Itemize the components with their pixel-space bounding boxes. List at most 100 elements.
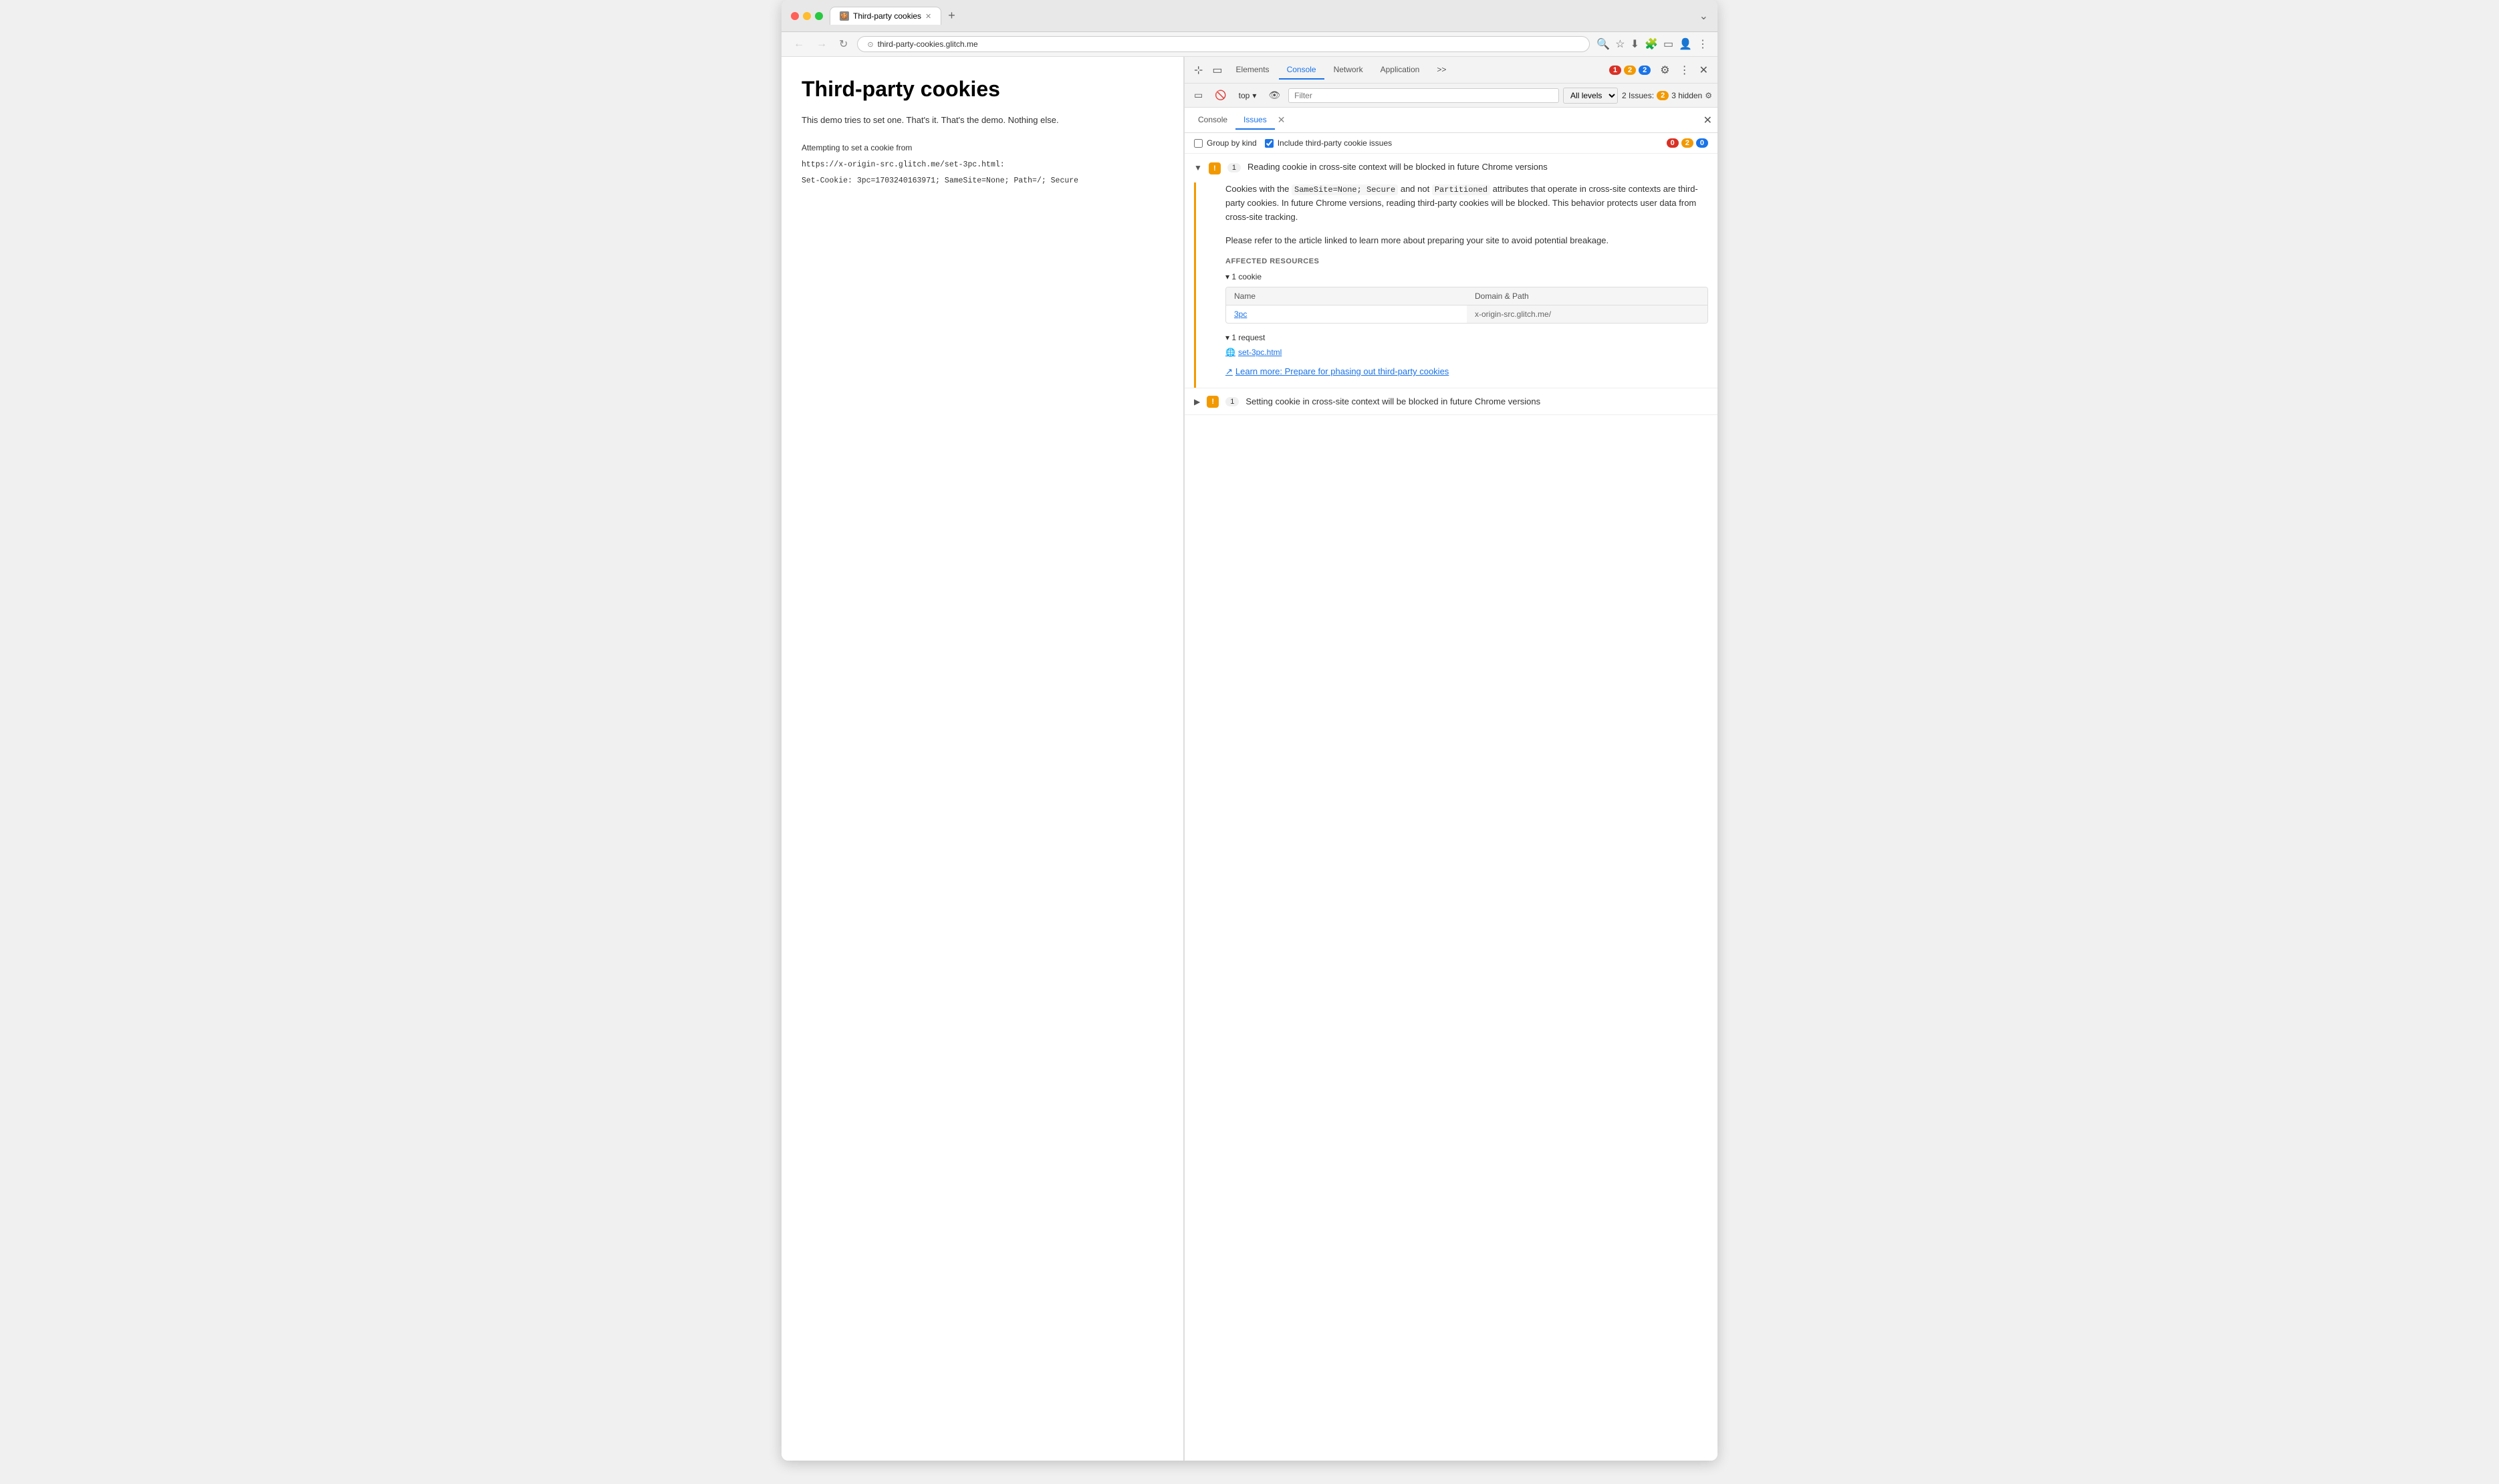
forward-button[interactable]: →	[814, 37, 830, 51]
tab-favicon: 🍪	[840, 11, 849, 21]
main-area: Third-party cookies This demo tries to s…	[782, 57, 1717, 1461]
include-third-party-label[interactable]: Include third-party cookie issues	[1265, 138, 1392, 148]
page-log: Attempting to set a cookie from https://…	[802, 141, 1163, 189]
close-issues-panel-button[interactable]: ✕	[1703, 114, 1712, 127]
error-badge: 1	[1609, 66, 1621, 75]
issue-2-title: Setting cookie in cross-site context wil…	[1245, 396, 1708, 406]
tab-network[interactable]: Network	[1326, 61, 1371, 80]
request-link-text: set-3pc.html	[1238, 348, 1282, 357]
issue-1-description-2: Please refer to the article linked to le…	[1225, 234, 1708, 248]
traffic-lights	[791, 12, 823, 20]
cookie-col-domain: Domain & Path	[1467, 287, 1707, 305]
devtools-panel: ⊹ ▭ Elements Console Network Application…	[1184, 57, 1717, 1461]
profile-icon[interactable]: 👤	[1679, 37, 1692, 51]
issue-1-title: Reading cookie in cross-site context wil…	[1247, 162, 1708, 172]
settings-icon[interactable]: ⚙	[1656, 60, 1673, 80]
tab-title: Third-party cookies	[853, 11, 921, 21]
learn-more-icon: ↗	[1225, 366, 1233, 377]
back-button[interactable]: ←	[791, 37, 807, 51]
include-third-party-checkbox[interactable]	[1265, 139, 1274, 148]
issue-1-detail: Cookies with the SameSite=None; Secure a…	[1194, 182, 1717, 388]
issues-label: 2 Issues:	[1622, 91, 1654, 100]
issue-2-expand-icon[interactable]: ▶	[1194, 397, 1200, 406]
log-cookie: Set-Cookie: 3pc=1703240163971; SameSite=…	[802, 174, 1163, 189]
address-text: third-party-cookies.glitch.me	[878, 39, 978, 49]
live-expressions-button[interactable]: 👁	[1264, 87, 1284, 104]
issue-1-warning-icon: !	[1209, 162, 1221, 174]
context-dropdown-icon: ▾	[1252, 91, 1256, 100]
cookie-table-row: 3pc x-origin-src.glitch.me/	[1226, 305, 1707, 323]
inspect-element-button[interactable]: ⊹	[1190, 60, 1207, 80]
minimize-button[interactable]	[803, 12, 811, 20]
nav-icons: 🔍 ☆ ⬇ 🧩 ▭ 👤 ⋮	[1596, 37, 1708, 51]
group-by-kind-checkbox[interactable]	[1194, 139, 1203, 148]
issues-settings-icon[interactable]: ⚙	[1705, 91, 1712, 100]
extension-icon[interactable]: 🧩	[1645, 37, 1658, 51]
issue-item-1: ▼ ! 1 Reading cookie in cross-site conte…	[1185, 154, 1717, 388]
tab-console[interactable]: Console	[1279, 61, 1324, 80]
request-toggle[interactable]: ▾ 1 request	[1225, 333, 1708, 342]
issues-counts: 0 2 0	[1667, 138, 1708, 148]
cookie-resource-section: ▾ 1 cookie Name Domain & Path 3pc x-orig…	[1225, 272, 1708, 324]
cookie-table-header: Name Domain & Path	[1226, 287, 1707, 305]
tab-more[interactable]: >>	[1429, 61, 1454, 80]
issues-tab-close-icon[interactable]: ✕	[1278, 114, 1286, 126]
issue-2-warning-icon: !	[1207, 396, 1219, 408]
console-sidebar-button[interactable]: ▭	[1190, 87, 1207, 104]
code-partitioned: Partitioned	[1432, 184, 1490, 195]
issues-warn-badge: 2	[1657, 91, 1669, 100]
learn-more-link[interactable]: ↗ Learn more: Prepare for phasing out th…	[1225, 366, 1708, 377]
affected-title: AFFECTED RESOURCES	[1225, 257, 1708, 265]
group-by-kind-text: Group by kind	[1207, 138, 1257, 148]
browser-window: 🍪 Third-party cookies ✕ + ⌄ ← → ↻ ⊙ thir…	[782, 0, 1717, 1461]
close-button[interactable]	[791, 12, 799, 20]
filter-input[interactable]	[1288, 88, 1559, 103]
issue-1-description: Cookies with the SameSite=None; Secure a…	[1225, 182, 1708, 225]
issue-1-header[interactable]: ▼ ! 1 Reading cookie in cross-site conte…	[1185, 154, 1717, 182]
group-by-kind-label[interactable]: Group by kind	[1194, 138, 1257, 148]
learn-more-text: Learn more: Prepare for phasing out thir…	[1235, 366, 1449, 376]
device-toggle-button[interactable]: ▭	[1208, 60, 1226, 80]
clear-console-button[interactable]: 🚫	[1211, 87, 1230, 104]
bookmark-icon[interactable]: ☆	[1615, 37, 1625, 51]
page-description: This demo tries to set one. That's it. T…	[802, 115, 1163, 125]
issues-list: ▼ ! 1 Reading cookie in cross-site conte…	[1185, 154, 1717, 1461]
log-url: https://x-origin-src.glitch.me/set-3pc.h…	[802, 158, 1163, 172]
cookie-domain-value: x-origin-src.glitch.me/	[1467, 305, 1707, 323]
active-tab[interactable]: 🍪 Third-party cookies ✕	[830, 7, 941, 25]
cookie-name-link[interactable]: 3pc	[1226, 305, 1467, 323]
cookie-table: Name Domain & Path 3pc x-origin-src.glit…	[1225, 287, 1708, 324]
new-tab-button[interactable]: +	[944, 9, 959, 23]
more-options-icon[interactable]: ⋮	[1675, 60, 1694, 80]
zoom-icon[interactable]: 🔍	[1596, 37, 1610, 51]
issues-tab-bar: Console Issues ✕ ✕	[1185, 108, 1717, 133]
levels-select[interactable]: All levels	[1563, 88, 1618, 104]
warn-badge: 2	[1624, 66, 1636, 75]
option-warn-count: 2	[1681, 138, 1693, 148]
tab-application[interactable]: Application	[1373, 61, 1428, 80]
nav-bar: ← → ↻ ⊙ third-party-cookies.glitch.me 🔍 …	[782, 32, 1717, 57]
cast-icon[interactable]: ▭	[1663, 37, 1673, 51]
request-link[interactable]: 🌐 set-3pc.html	[1225, 348, 1708, 357]
issue-2-header[interactable]: ▶ ! 1 Setting cookie in cross-site conte…	[1185, 388, 1717, 414]
context-select[interactable]: top ▾	[1235, 89, 1261, 102]
close-devtools-button[interactable]: ✕	[1695, 60, 1712, 80]
issue-1-collapse-icon[interactable]: ▼	[1194, 163, 1202, 172]
maximize-button[interactable]	[815, 12, 823, 20]
page-title: Third-party cookies	[802, 77, 1163, 102]
menu-icon[interactable]: ⋮	[1697, 37, 1708, 51]
console-subtab[interactable]: Console	[1190, 111, 1235, 130]
address-bar[interactable]: ⊙ third-party-cookies.glitch.me	[857, 36, 1590, 52]
issues-subtab[interactable]: Issues	[1235, 111, 1275, 130]
include-third-party-text: Include third-party cookie issues	[1278, 138, 1392, 148]
issue-1-count: 1	[1227, 163, 1241, 172]
tab-bar: 🍪 Third-party cookies ✕ +	[830, 7, 1693, 25]
tab-elements[interactable]: Elements	[1228, 61, 1278, 80]
request-link-icon: 🌐	[1225, 348, 1235, 357]
reload-button[interactable]: ↻	[836, 36, 850, 52]
issues-count: 2 Issues: 2 3 hidden ⚙	[1622, 91, 1712, 100]
cookie-toggle[interactable]: ▾ 1 cookie	[1225, 272, 1708, 281]
download-icon[interactable]: ⬇	[1631, 37, 1639, 51]
context-label: top	[1239, 91, 1250, 100]
tab-close-icon[interactable]: ✕	[925, 12, 931, 21]
